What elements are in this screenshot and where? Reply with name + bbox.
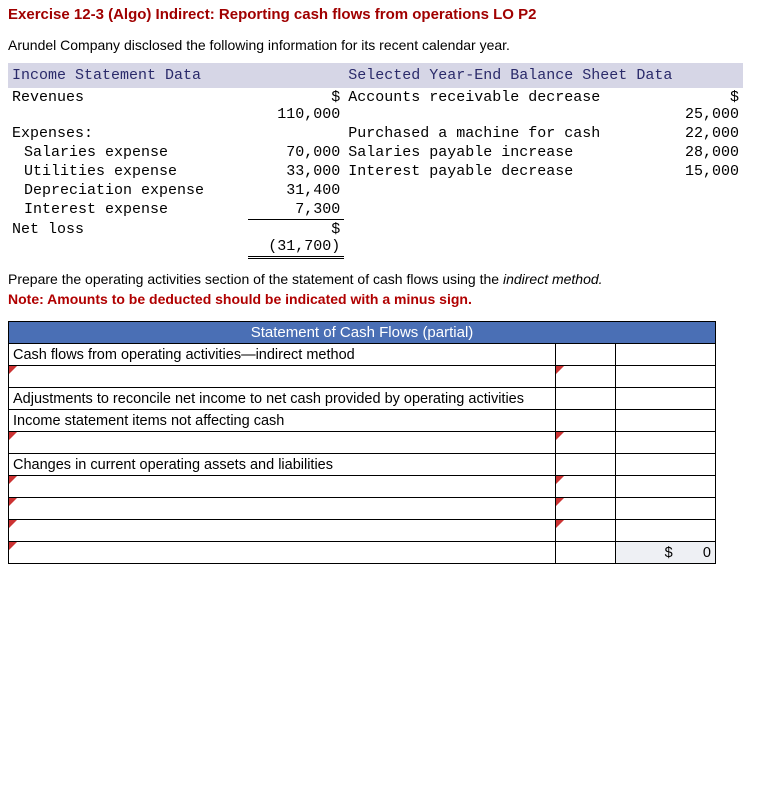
- cf-amount-cell[interactable]: [556, 388, 616, 410]
- utilities-exp-amount: 33,000: [248, 162, 344, 181]
- cf-amount-cell[interactable]: [556, 520, 616, 542]
- revenues-amount: $ 110,000: [248, 88, 344, 124]
- note-text: Note: Amounts to be deducted should be i…: [8, 291, 776, 307]
- cf-amount-cell[interactable]: [616, 344, 716, 366]
- ar-decrease-label: Accounts receivable decrease: [344, 88, 666, 124]
- salaries-payable-label: Salaries payable increase: [344, 143, 666, 162]
- cf-amount-cell[interactable]: [616, 432, 716, 454]
- exercise-title: Exercise 12-3 (Algo) Indirect: Reporting…: [8, 6, 776, 23]
- cf-amount-cell[interactable]: [556, 498, 616, 520]
- cf-dropdown-row[interactable]: [9, 498, 556, 520]
- net-loss-label: Net loss: [8, 220, 248, 258]
- balance-sheet-header: Selected Year-End Balance Sheet Data: [344, 63, 743, 88]
- interest-payable-amount: 15,000: [666, 162, 743, 181]
- cf-dropdown-row[interactable]: [9, 520, 556, 542]
- cf-amount-cell[interactable]: [616, 476, 716, 498]
- cash-flow-worksheet: Statement of Cash Flows (partial) Cash f…: [8, 321, 716, 564]
- depreciation-exp-label: Depreciation expense: [8, 181, 248, 200]
- cf-amount-cell[interactable]: [556, 476, 616, 498]
- cf-dropdown-row[interactable]: [9, 476, 556, 498]
- cf-amount-cell[interactable]: [616, 410, 716, 432]
- cf-amount-cell[interactable]: [556, 344, 616, 366]
- cf-dropdown-row[interactable]: [9, 542, 556, 564]
- cf-dropdown-row[interactable]: [9, 432, 556, 454]
- ar-decrease-amount: $ 25,000: [666, 88, 743, 124]
- cf-amount-cell[interactable]: [556, 432, 616, 454]
- cf-header: Statement of Cash Flows (partial): [9, 322, 716, 344]
- revenues-label: Revenues: [8, 88, 248, 124]
- cf-amount-cell[interactable]: [616, 454, 716, 476]
- depreciation-exp-amount: 31,400: [248, 181, 344, 200]
- financial-data-table: Income Statement Data Selected Year-End …: [8, 63, 743, 259]
- cf-row-operating-activities: Cash flows from operating activities—ind…: [9, 344, 556, 366]
- expenses-label: Expenses:: [8, 124, 248, 143]
- cf-amount-cell[interactable]: [616, 498, 716, 520]
- interest-exp-amount: 7,300: [248, 200, 344, 220]
- cf-amount-cell[interactable]: [556, 542, 616, 564]
- salaries-payable-amount: 28,000: [666, 143, 743, 162]
- cf-amount-cell[interactable]: [616, 366, 716, 388]
- cf-row-adjustments: Adjustments to reconcile net income to n…: [9, 388, 556, 410]
- cf-amount-cell[interactable]: [616, 388, 716, 410]
- cf-amount-cell[interactable]: [556, 366, 616, 388]
- salaries-exp-label: Salaries expense: [8, 143, 248, 162]
- salaries-exp-amount: 70,000: [248, 143, 344, 162]
- income-statement-header: Income Statement Data: [8, 63, 344, 88]
- instruction-text: Prepare the operating activities section…: [8, 271, 776, 287]
- intro-text: Arundel Company disclosed the following …: [8, 37, 776, 53]
- machine-amount: 22,000: [666, 124, 743, 143]
- cf-row-noncash-items: Income statement items not affecting cas…: [9, 410, 556, 432]
- machine-label: Purchased a machine for cash: [344, 124, 666, 143]
- cf-dropdown-row[interactable]: [9, 366, 556, 388]
- cf-amount-cell[interactable]: [616, 520, 716, 542]
- cf-row-changes-current: Changes in current operating assets and …: [9, 454, 556, 476]
- interest-payable-label: Interest payable decrease: [344, 162, 666, 181]
- net-loss-amount: $ (31,700): [248, 220, 344, 258]
- cf-total-cell: $ 0: [616, 542, 716, 564]
- interest-exp-label: Interest expense: [8, 200, 248, 220]
- utilities-exp-label: Utilities expense: [8, 162, 248, 181]
- cf-amount-cell[interactable]: [556, 410, 616, 432]
- cf-amount-cell[interactable]: [556, 454, 616, 476]
